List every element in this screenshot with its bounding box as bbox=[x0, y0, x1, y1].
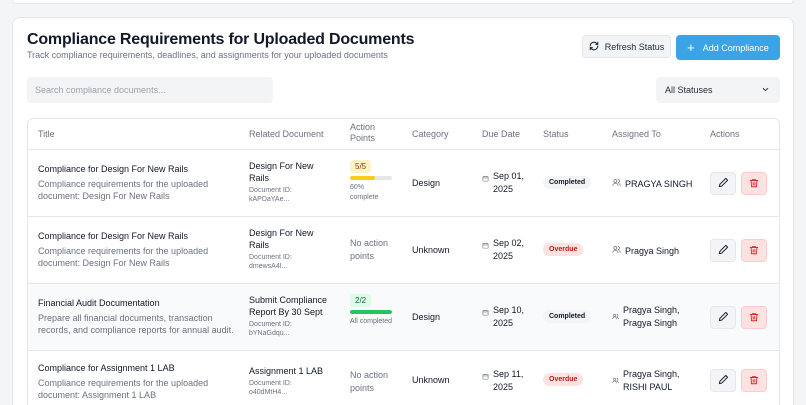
related-document-id: Document ID: kAPDaYAe... bbox=[249, 187, 292, 203]
due-date: Sep 10, 2025 bbox=[493, 305, 525, 328]
row-description: Compliance requirements for the uploaded… bbox=[38, 246, 209, 268]
trash-icon bbox=[749, 175, 759, 193]
row-title: Compliance for Design For New Rails bbox=[38, 231, 189, 241]
refresh-status-label: Refresh Status bbox=[604, 41, 665, 52]
assigned-to: Pragya Singh, Pragya Singh bbox=[623, 305, 680, 328]
status-filter-value: All Statuses bbox=[665, 85, 713, 95]
calendar-icon bbox=[482, 307, 489, 320]
row-title: Compliance for Assignment 1 LAB bbox=[38, 363, 175, 373]
action-points-progress bbox=[350, 310, 392, 314]
top-panel-edge bbox=[12, 0, 794, 4]
users-icon bbox=[612, 311, 619, 324]
due-date: Sep 11, 2025 bbox=[493, 369, 524, 392]
column-actions: Actions bbox=[710, 129, 740, 139]
category: Design bbox=[412, 178, 441, 188]
compliance-table: Title Related Document Action Points Cat… bbox=[27, 118, 780, 405]
action-points-count: 5/5 bbox=[350, 160, 372, 173]
row-description: Prepare all financial documents, transac… bbox=[38, 313, 234, 335]
assigned-to: Pragya Singh bbox=[625, 246, 680, 256]
refresh-status-button[interactable]: Refresh Status bbox=[582, 35, 671, 58]
pencil-icon bbox=[718, 242, 729, 260]
column-category: Category bbox=[412, 129, 449, 139]
calendar-icon bbox=[482, 173, 489, 186]
column-related-document: Related Document bbox=[249, 129, 324, 139]
delete-button[interactable] bbox=[741, 306, 767, 329]
table-header: Title Related Document Action Points Cat… bbox=[28, 119, 779, 150]
chevron-down-icon bbox=[761, 85, 770, 96]
related-document-id: Document ID: bYNaGdqu... bbox=[249, 321, 292, 337]
assigned-to: Pragya Singh, RISHI PAUL bbox=[623, 369, 680, 392]
delete-button[interactable] bbox=[741, 172, 767, 195]
trash-icon bbox=[749, 372, 759, 390]
page-subtitle: Track compliance requirements, deadlines… bbox=[27, 50, 388, 60]
action-points-status: 60% complete bbox=[350, 184, 379, 201]
calendar-icon bbox=[482, 371, 489, 384]
table-row[interactable]: Financial Audit Documentation Prepare al… bbox=[28, 284, 779, 351]
delete-button[interactable] bbox=[741, 239, 767, 262]
add-compliance-label: Add Compliance bbox=[702, 42, 769, 53]
action-points-count: 2/2 bbox=[350, 294, 372, 307]
table-row[interactable]: Compliance for Design For New Rails Comp… bbox=[28, 217, 779, 284]
users-icon bbox=[612, 245, 621, 258]
category: Unknown bbox=[412, 245, 450, 255]
column-due-date: Due Date bbox=[482, 129, 521, 139]
related-document-id: Document ID: dmewsA4I... bbox=[249, 254, 292, 270]
pencil-icon bbox=[718, 372, 729, 390]
edit-button[interactable] bbox=[710, 369, 736, 392]
no-action-points: No action points bbox=[350, 238, 389, 261]
status-badge: Overdue bbox=[543, 373, 584, 386]
row-title: Compliance for Design For New Rails bbox=[38, 164, 189, 174]
search-input[interactable] bbox=[27, 77, 273, 103]
users-icon bbox=[612, 178, 621, 191]
calendar-icon bbox=[482, 240, 489, 253]
status-badge: Overdue bbox=[543, 243, 584, 256]
status-filter-select[interactable]: All Statuses bbox=[656, 77, 780, 103]
delete-button[interactable] bbox=[741, 369, 767, 392]
row-description: Compliance requirements for the uploaded… bbox=[38, 179, 209, 201]
table-row[interactable]: Compliance for Assignment 1 LAB Complian… bbox=[28, 351, 779, 405]
column-assigned-to: Assigned To bbox=[612, 129, 661, 139]
row-description: Compliance requirements for the uploaded… bbox=[38, 378, 209, 400]
column-action-points: Action Points bbox=[350, 122, 376, 143]
trash-icon bbox=[749, 242, 759, 260]
pencil-icon bbox=[718, 309, 729, 327]
row-title: Financial Audit Documentation bbox=[38, 298, 160, 308]
category: Unknown bbox=[412, 375, 450, 385]
category: Design bbox=[412, 312, 441, 322]
refresh-icon bbox=[589, 41, 599, 53]
column-status: Status bbox=[543, 129, 569, 139]
related-document-id: Document ID: o40dMtH4... bbox=[249, 380, 292, 396]
edit-button[interactable] bbox=[710, 306, 736, 329]
due-date: Sep 01, 2025 bbox=[493, 171, 525, 194]
action-points-status: All completed bbox=[350, 318, 393, 325]
pencil-icon bbox=[718, 175, 729, 193]
trash-icon bbox=[749, 309, 759, 327]
table-row[interactable]: Compliance for Design For New Rails Comp… bbox=[28, 150, 779, 217]
related-document-name: Design For New Rails bbox=[249, 228, 314, 250]
compliance-card: Compliance Requirements for Uploaded Doc… bbox=[12, 17, 794, 405]
column-title: Title bbox=[38, 129, 55, 139]
status-badge: Completed bbox=[543, 310, 592, 323]
page-title: Compliance Requirements for Uploaded Doc… bbox=[27, 31, 415, 48]
plus-icon: + bbox=[687, 40, 695, 55]
users-icon bbox=[612, 375, 619, 388]
no-action-points: No action points bbox=[350, 370, 389, 393]
due-date: Sep 02, 2025 bbox=[493, 238, 525, 261]
edit-button[interactable] bbox=[710, 239, 736, 262]
related-document-name: Design For New Rails bbox=[249, 161, 314, 183]
related-document-name: Submit Compliance Report By 30 Sept bbox=[249, 295, 328, 317]
related-document-name: Assignment 1 LAB bbox=[249, 366, 324, 376]
add-compliance-button[interactable]: + Add Compliance bbox=[676, 35, 780, 60]
edit-button[interactable] bbox=[710, 172, 736, 195]
assigned-to: PRAGYA SINGH bbox=[625, 179, 693, 189]
status-badge: Completed bbox=[543, 176, 592, 189]
action-points-progress bbox=[350, 176, 392, 180]
